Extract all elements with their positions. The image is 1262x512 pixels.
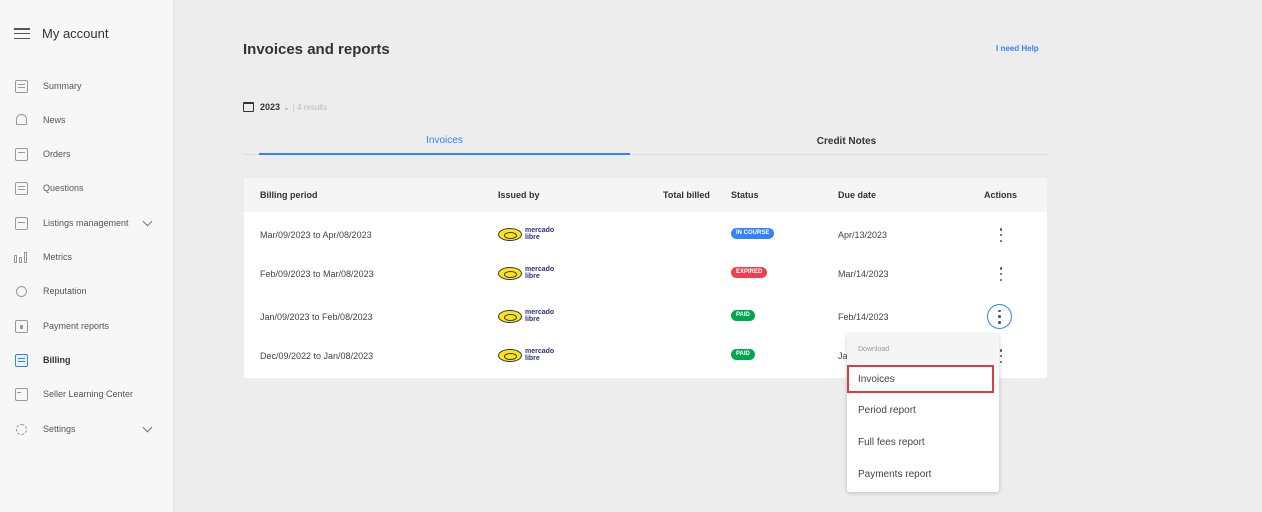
status-badge: IN COURSE <box>731 228 775 239</box>
sidebar-item-label: Settings <box>43 424 76 434</box>
calendar-icon <box>243 102 254 112</box>
more-actions-icon[interactable] <box>999 267 1003 281</box>
sidebar-item-reputation[interactable]: Reputation <box>14 279 164 303</box>
mercado-libre-logo: mercado libre <box>498 309 554 323</box>
menu-item-full-fees-report[interactable]: Full fees report <box>847 427 999 459</box>
mercado-libre-logo: mercado libre <box>498 227 554 241</box>
sidebar-item-orders[interactable]: Orders <box>14 142 164 166</box>
sidebar-item-questions[interactable]: Questions <box>14 176 164 200</box>
more-actions-button-active[interactable] <box>987 304 1012 329</box>
sidebar-item-settings[interactable]: Settings <box>14 417 164 441</box>
table-row: Mar/09/2023 to Apr/08/2023 mercado libre … <box>244 218 1047 251</box>
table-header: Billing period Issued by Total billed St… <box>244 178 1047 212</box>
due-date: Mar/14/2023 <box>838 269 889 279</box>
billing-icon <box>14 353 29 368</box>
book-icon <box>14 387 29 402</box>
sidebar-item-payment-reports[interactable]: Payment reports <box>14 314 164 338</box>
chevron-down-icon[interactable] <box>142 216 153 227</box>
more-actions-icon[interactable] <box>999 228 1003 242</box>
bell-icon <box>14 113 29 128</box>
medal-icon <box>14 284 29 299</box>
sidebar-item-label: Reputation <box>43 286 87 296</box>
due-date: Feb/14/2023 <box>838 312 889 322</box>
sidebar: My account Summary News Orders Questions… <box>0 0 174 512</box>
header-billing-period: Billing period <box>260 190 318 200</box>
tab-credit-notes[interactable]: Credit Notes <box>645 128 1048 155</box>
menu-item-period-report[interactable]: Period report <box>847 395 999 427</box>
billing-period: Jan/09/2023 to Feb/08/2023 <box>260 312 373 322</box>
more-actions-icon[interactable] <box>999 349 1003 363</box>
sidebar-item-label: Listings management <box>43 218 129 228</box>
header-actions: Actions <box>984 190 1018 200</box>
billing-period: Dec/09/2022 to Jan/08/2023 <box>260 351 374 361</box>
chevron-down-icon[interactable] <box>142 422 153 433</box>
sidebar-item-label: Metrics <box>43 252 72 262</box>
header-status: Status <box>731 190 759 200</box>
sidebar-item-listings-management[interactable]: Listings management <box>14 211 164 235</box>
sidebar-item-label: Seller Learning Center <box>43 389 134 399</box>
year-filter[interactable]: 2023 ⌄ | 4 results <box>243 102 327 112</box>
more-actions-icon[interactable] <box>998 309 1002 324</box>
table-row: Jan/09/2023 to Feb/08/2023 mercado libre … <box>244 300 1047 333</box>
chevron-down-icon[interactable]: ⌄ <box>283 103 290 112</box>
billing-period: Feb/09/2023 to Mar/08/2023 <box>260 269 374 279</box>
status-badge: PAID <box>731 310 755 321</box>
mercado-libre-logo: mercado libre <box>498 348 554 362</box>
summary-icon <box>14 79 29 94</box>
sidebar-item-label: News <box>43 115 66 125</box>
menu-item-invoices[interactable]: Invoices <box>847 365 994 393</box>
gear-icon <box>14 422 29 437</box>
billing-period: Mar/09/2023 to Apr/08/2023 <box>260 230 372 240</box>
sidebar-item-news[interactable]: News <box>14 108 164 132</box>
sidebar-item-seller-learning-center[interactable]: Seller Learning Center <box>14 382 164 406</box>
store-icon <box>14 216 29 231</box>
mercado-libre-logo: mercado libre <box>498 266 554 280</box>
page-title: Invoices and reports <box>243 41 390 58</box>
header-total-billed: Total billed <box>663 190 710 200</box>
header-due-date: Due date <box>838 190 877 200</box>
sidebar-item-summary[interactable]: Summary <box>14 74 164 98</box>
sidebar-item-label: Questions <box>43 183 84 193</box>
sidebar-header[interactable]: My account <box>14 26 108 41</box>
menu-item-payments-report[interactable]: Payments report <box>847 459 999 491</box>
help-link[interactable]: I need Help <box>996 44 1039 53</box>
sidebar-item-label: Summary <box>43 81 82 91</box>
sidebar-item-label: Billing <box>43 355 71 365</box>
sidebar-item-label: Orders <box>43 149 71 159</box>
tabs: Invoices Credit Notes <box>243 128 1048 155</box>
chat-icon <box>14 181 29 196</box>
status-badge: EXPIRED <box>731 267 768 278</box>
download-menu-header: Download <box>847 334 999 364</box>
dollar-icon <box>14 319 29 334</box>
download-menu: Download Invoices Period report Full fee… <box>847 334 999 492</box>
results-count: | 4 results <box>292 102 328 112</box>
table-row: Feb/09/2023 to Mar/08/2023 mercado libre … <box>244 257 1047 290</box>
sidebar-title: My account <box>42 26 109 41</box>
tab-invoices[interactable]: Invoices <box>259 128 630 155</box>
due-date: Apr/13/2023 <box>838 230 888 240</box>
orders-icon <box>14 147 29 162</box>
status-badge: PAID <box>731 349 755 360</box>
year-value[interactable]: 2023 <box>260 102 280 112</box>
sidebar-item-billing[interactable]: Billing <box>14 348 164 372</box>
header-issued-by: Issued by <box>498 190 540 200</box>
metrics-icon <box>14 250 29 265</box>
menu-icon[interactable] <box>14 28 30 39</box>
sidebar-item-metrics[interactable]: Metrics <box>14 245 164 269</box>
sidebar-item-label: Payment reports <box>43 321 110 331</box>
